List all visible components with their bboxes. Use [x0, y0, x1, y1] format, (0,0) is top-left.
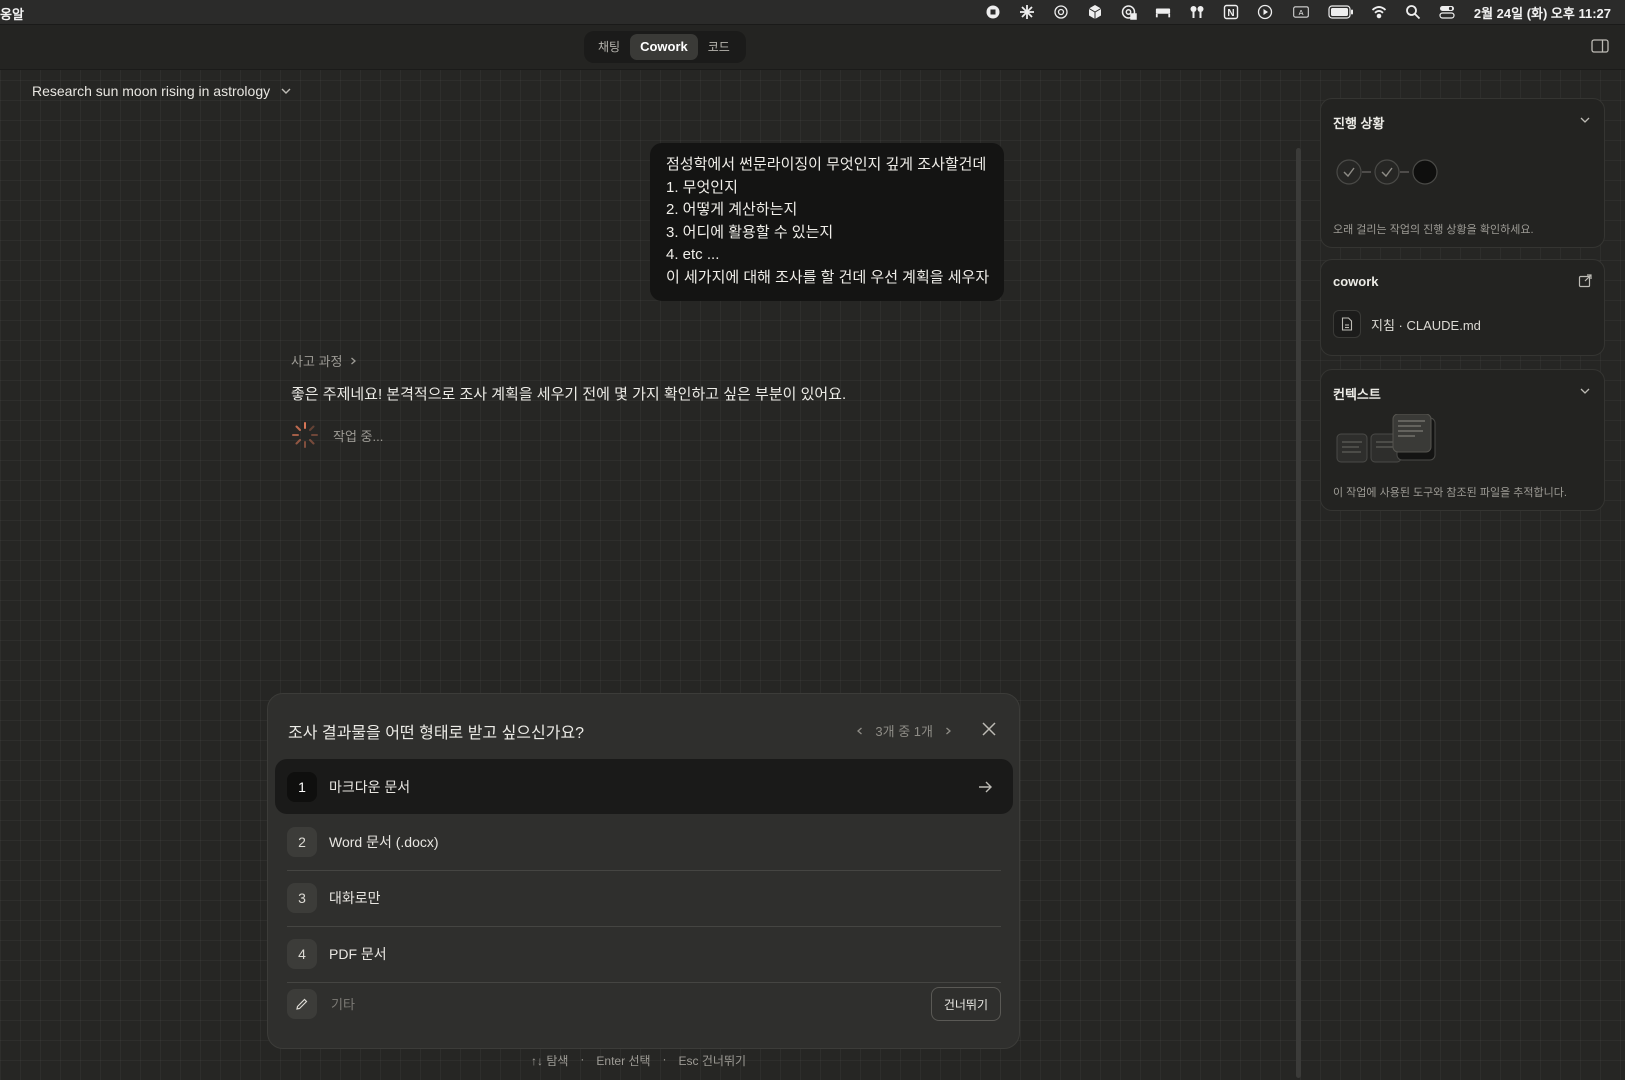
question-pager: 3개 중 1개 — [855, 721, 953, 740]
option-label: 마크다운 문서 — [329, 778, 411, 795]
chevron-down-icon — [281, 88, 291, 94]
option-number: 4 — [287, 938, 317, 969]
conversation-title-dropdown[interactable]: Research sun moon rising in astrology — [32, 83, 292, 99]
keyboard-hints: ↑↓ 탐색 · Enter 선택 · Esc 건너뛰기 — [531, 1052, 746, 1069]
app-top-bar: 채팅 Cowork 코드 — [0, 25, 1625, 70]
chevron-left-icon[interactable] — [855, 726, 865, 736]
sidebar-toggle-icon[interactable] — [1591, 39, 1609, 53]
app-name[interactable]: 옹알 — [0, 4, 24, 23]
chevron-down-icon[interactable] — [1578, 113, 1592, 127]
box-icon[interactable] — [1086, 3, 1104, 21]
hint-select: Enter 선택 — [596, 1054, 651, 1068]
option-number: 2 — [287, 826, 317, 857]
option-number: 1 — [287, 771, 317, 802]
play-icon[interactable] — [1256, 3, 1274, 21]
openai-icon[interactable] — [1052, 3, 1070, 21]
option-label: 대화로만 — [329, 889, 381, 906]
notion-icon[interactable]: N — [1222, 3, 1240, 21]
external-link-icon[interactable] — [1578, 274, 1592, 288]
asterisk-icon[interactable] — [1018, 3, 1036, 21]
chevron-right-icon — [351, 357, 357, 364]
mode-switcher: 채팅 Cowork 코드 — [584, 31, 746, 63]
battery-icon[interactable] — [1328, 3, 1354, 21]
option-chat-only[interactable]: 3 대화로만 — [275, 870, 1013, 925]
user-message-line: 2. 어떻게 계산하는지 — [666, 201, 798, 219]
user-message-line: 점성학에서 썬문라이징이 무엇인지 깊게 조사할건데 — [666, 156, 987, 173]
cowork-card: cowork 지침 · CLAUDE.md — [1320, 259, 1605, 356]
option-markdown[interactable]: 1 마크다운 문서 — [275, 759, 1013, 814]
hint-skip: Esc 건너뛰기 — [678, 1054, 747, 1068]
menu-clock[interactable]: 2월 24일 (화) 오후 11:27 — [1474, 3, 1611, 22]
instruction-file-item[interactable]: 지침 · CLAUDE.md — [1333, 310, 1481, 338]
svg-text:A: A — [1298, 8, 1303, 17]
hint-navigate: ↑↓ 탐색 — [531, 1054, 569, 1068]
bed-icon[interactable] — [1154, 3, 1172, 21]
status-icons: N A 2월 24일 (화) 오후 11:27 — [984, 0, 1611, 24]
chevron-down-icon[interactable] — [1578, 384, 1592, 398]
close-icon[interactable] — [981, 721, 997, 737]
option-label: Word 문서 (.docx) — [329, 833, 439, 850]
working-indicator: 작업 중... — [291, 421, 383, 449]
working-label: 작업 중... — [333, 428, 384, 444]
chevron-right-icon[interactable] — [943, 726, 953, 736]
menu-bar: 옹알 N A 2월 24일 (화) 오후 11:27 — [0, 0, 1625, 25]
input-a-icon[interactable]: A — [1290, 3, 1312, 21]
wifi-icon[interactable] — [1370, 3, 1388, 21]
option-pdf[interactable]: 4 PDF 문서 — [275, 926, 1013, 981]
progress-card: 진행 상황 오래 걸리는 작업의 진행 상황을 확인하세요. — [1320, 98, 1605, 248]
tab-cowork[interactable]: Cowork — [630, 34, 698, 60]
user-message: 점성학에서 썬문라이징이 무엇인지 깊게 조사할건데 1. 무엇인지 2. 어떻… — [650, 143, 1004, 301]
progress-steps-icon — [1336, 159, 1438, 185]
context-card: 컨텍스트 이 작업에 사용된 도구와 참조된 파일을 추적합니다. — [1320, 369, 1605, 511]
conversation-title: Research sun moon rising in astrology — [32, 83, 271, 99]
question-text: 조사 결과물을 어떤 형태로 받고 싶으신가요? — [288, 725, 585, 742]
progress-title: 진행 상황 — [1333, 116, 1385, 131]
record-icon[interactable] — [984, 3, 1002, 21]
progress-description: 오래 걸리는 작업의 진행 상황을 확인하세요. — [1333, 224, 1534, 236]
conversation-scrollbar[interactable] — [1296, 148, 1301, 1078]
question-dialog: 조사 결과물을 어떤 형태로 받고 싶으신가요? 3개 중 1개 1 마크다운 … — [267, 693, 1020, 1049]
tab-chat[interactable]: 채팅 — [588, 34, 630, 60]
svg-text:N: N — [1227, 8, 1234, 19]
skip-button[interactable]: 건너뛰기 — [930, 987, 1001, 1021]
pencil-icon — [287, 989, 317, 1019]
arrow-right-icon — [979, 781, 992, 793]
airpods-icon[interactable] — [1188, 3, 1206, 21]
user-message-line: 이 세가지에 대해 조사를 할 건데 우선 계획을 세우자 — [666, 268, 990, 286]
thinking-process-toggle[interactable]: 사고 과정 — [291, 351, 358, 370]
assistant-message: 좋은 주제네요! 본격적으로 조사 계획을 세우기 전에 몇 가지 확인하고 싶… — [291, 386, 847, 403]
user-message-line: 4. etc ... — [666, 246, 720, 264]
tab-code[interactable]: 코드 — [698, 34, 740, 60]
spotlight-icon[interactable] — [1404, 3, 1422, 21]
hint-separator: · — [662, 1052, 667, 1066]
option-number: 3 — [287, 882, 317, 913]
other-answer-row: 건너뛰기 — [287, 987, 1001, 1021]
divider — [287, 982, 1001, 983]
at-lock-icon[interactable] — [1120, 3, 1138, 21]
context-description: 이 작업에 사용된 도구와 참조된 파일을 추적합니다. — [1333, 487, 1567, 499]
option-word[interactable]: 2 Word 문서 (.docx) — [275, 814, 1013, 869]
spinner-icon — [292, 422, 318, 448]
cowork-title: cowork — [1333, 274, 1379, 289]
file-label: 지침 · CLAUDE.md — [1371, 317, 1481, 333]
context-files-icon — [1336, 414, 1436, 463]
file-icon — [1333, 310, 1361, 338]
user-message-line: 1. 무엇인지 — [666, 178, 738, 196]
thinking-label: 사고 과정 — [291, 354, 343, 369]
context-title: 컨텍스트 — [1333, 387, 1381, 402]
control-center-icon[interactable] — [1438, 3, 1456, 21]
option-label: PDF 문서 — [329, 945, 387, 962]
user-message-line: 3. 어디에 활용할 수 있는지 — [666, 223, 834, 241]
pager-label: 3개 중 1개 — [875, 724, 933, 739]
other-answer-input[interactable] — [329, 995, 893, 1013]
hint-separator: · — [580, 1052, 585, 1066]
